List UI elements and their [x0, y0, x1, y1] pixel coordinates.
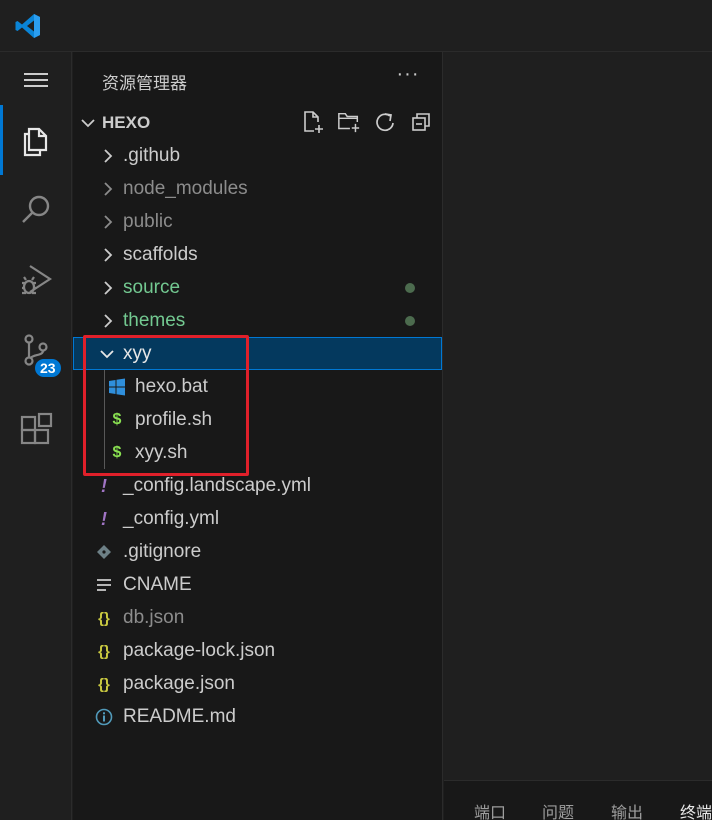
shell-icon: $: [112, 411, 122, 428]
tree-file-package-lock-json[interactable]: {} package-lock.json: [73, 634, 442, 667]
collapse-all-icon: [412, 113, 430, 131]
tree-label: .github: [123, 145, 181, 166]
windows-icon: [106, 376, 128, 398]
shell-icon: $: [112, 444, 122, 461]
tab-problems[interactable]: 问题: [542, 799, 574, 820]
tree-file-hexo-bat[interactable]: hexo.bat: [73, 370, 442, 403]
json-icon: {}: [98, 609, 110, 627]
run-debug-activity-button[interactable]: [0, 245, 72, 315]
tree-label: profile.sh: [135, 409, 213, 430]
tree-label: public: [123, 211, 173, 232]
json-icon: {}: [98, 642, 110, 660]
extensions-icon: [20, 412, 53, 445]
modified-indicator: [405, 316, 415, 326]
tree-file-config-yml[interactable]: ! _config.yml: [73, 502, 442, 535]
tree-file-db-json[interactable]: {} db.json: [73, 601, 442, 634]
search-icon: [22, 195, 50, 223]
chevron-down-icon: [100, 350, 114, 359]
tree-folder-github[interactable]: .github: [73, 139, 442, 172]
json-icon: {}: [98, 675, 110, 693]
tree-folder-public[interactable]: public: [73, 205, 442, 238]
tree-label: package-lock.json: [123, 640, 276, 661]
tree-folder-source[interactable]: source: [73, 271, 442, 304]
tree-label: README.md: [123, 706, 236, 727]
refresh-icon: [376, 113, 394, 132]
indent-guide: [104, 370, 105, 469]
tree-file-package-json[interactable]: {} package.json: [73, 667, 442, 700]
git-icon: [93, 541, 115, 563]
chevron-right-icon: [104, 248, 113, 262]
yaml-icon: !: [101, 475, 107, 496]
workspace-section-header[interactable]: HEXO: [73, 106, 442, 139]
tree-folder-themes[interactable]: themes: [73, 304, 442, 337]
chevron-down-icon: [81, 119, 95, 128]
refresh-button[interactable]: [373, 109, 397, 135]
chevron-right-icon: [104, 149, 113, 163]
new-folder-button[interactable]: [337, 109, 361, 135]
panel-tab-bar: 端口 问题 输出 终端: [444, 780, 712, 820]
new-file-button[interactable]: [301, 109, 325, 135]
tree-file-config-landscape-yml[interactable]: ! _config.landscape.yml: [73, 469, 442, 502]
chevron-right-icon: [104, 182, 113, 196]
tree-folder-scaffolds[interactable]: scaffolds: [73, 238, 442, 271]
tab-output[interactable]: 输出: [611, 799, 643, 820]
tree-file-gitignore[interactable]: .gitignore: [73, 535, 442, 568]
chevron-right-icon: [104, 314, 113, 328]
section-actions: [301, 109, 433, 135]
extensions-activity-button[interactable]: [0, 395, 72, 465]
tab-ports[interactable]: 端口: [474, 799, 506, 820]
tree-file-profile-sh[interactable]: $ profile.sh: [73, 403, 442, 436]
explorer-activity-button[interactable]: [0, 105, 72, 175]
tree-label: source: [123, 277, 181, 298]
info-icon: [93, 706, 115, 728]
title-bar: [0, 0, 712, 52]
chevron-right-icon: [104, 215, 113, 229]
tree-file-readme-md[interactable]: README.md: [73, 700, 442, 733]
tree-label: package.json: [123, 673, 235, 694]
run-debug-icon: [22, 265, 53, 295]
more-actions-button[interactable]: ···: [396, 62, 420, 86]
tree-folder-node-modules[interactable]: node_modules: [73, 172, 442, 205]
collapse-all-button[interactable]: [409, 109, 433, 135]
text-icon: [93, 574, 115, 596]
tree-label: hexo.bat: [135, 376, 208, 397]
workspace-title: HEXO: [102, 113, 151, 132]
modified-indicator: [405, 283, 415, 293]
editor-area: [444, 52, 712, 780]
tree-label: .gitignore: [123, 541, 202, 562]
explorer-sidebar: 资源管理器 ··· HEXO .github node_modules publ…: [73, 52, 443, 820]
activity-bar: 23: [0, 52, 72, 820]
tree-label: db.json: [123, 607, 185, 628]
tree-label: scaffolds: [123, 244, 198, 265]
tree-label: CNAME: [123, 574, 192, 595]
tree-label: node_modules: [123, 178, 248, 199]
tree-file-cname[interactable]: CNAME: [73, 568, 442, 601]
tree-label: xyy: [123, 343, 152, 364]
scm-changes-badge: 23: [33, 357, 63, 379]
new-folder-icon: [338, 112, 360, 133]
tree-file-xyy-sh[interactable]: $ xyy.sh: [73, 436, 442, 469]
files-icon: [23, 127, 48, 157]
tree-label: themes: [123, 310, 186, 331]
tree-label: _config.landscape.yml: [123, 475, 311, 496]
tab-terminal[interactable]: 终端: [680, 799, 712, 820]
search-activity-button[interactable]: [0, 175, 72, 245]
tree-label: _config.yml: [123, 508, 220, 529]
new-file-icon: [304, 111, 323, 133]
tree-label: xyy.sh: [135, 442, 188, 463]
hamburger-menu-icon[interactable]: [22, 70, 50, 90]
vscode-logo: [15, 14, 40, 38]
yaml-icon: !: [101, 508, 107, 529]
chevron-right-icon: [104, 281, 113, 295]
tree-folder-xyy[interactable]: xyy: [73, 337, 442, 370]
explorer-title: 资源管理器: [102, 74, 187, 93]
